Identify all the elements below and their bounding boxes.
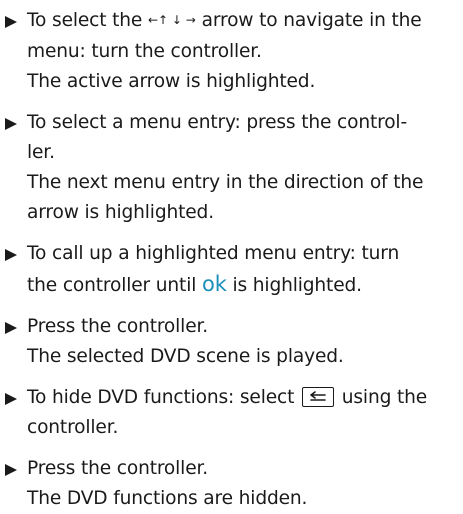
step-2-line-2: ler. [27,142,55,163]
step-1-line-2: menu: turn the controller. [27,41,262,62]
step-4-result: The selected DVD scene is played. [27,346,344,367]
navigation-arrows-icon: ←↑ ↓ → [147,13,196,27]
step-3-line-1: To call up a highlighted menu entry: tur… [27,243,400,264]
ok-label: ok [202,272,227,296]
triangle-bullet-icon [5,249,17,261]
step-3: To call up a highlighted menu entry: tur… [5,239,459,301]
triangle-bullet-icon [5,16,17,28]
step-5-line-1: To hide DVD functions: select using the [27,387,428,408]
step-4: Press the controller. The selected DVD s… [5,312,459,372]
step-1-line-1: To select the ←↑ ↓ → arrow to navigate i… [27,10,422,31]
step-2: To select a menu entry: press the contro… [5,108,459,228]
step-6: Press the controller. The DVD functions … [5,454,459,514]
step-5: To hide DVD functions: select using the … [5,383,459,443]
step-2-result-line-1: The next menu entry in the direction of … [27,172,424,193]
step-2-result-line-2: arrow is highlighted. [27,202,214,223]
triangle-bullet-icon [5,118,17,130]
step-1-result: The active arrow is highlighted. [27,71,316,92]
triangle-bullet-icon [5,322,17,334]
step-6-result: The DVD functions are hidden. [27,488,308,509]
step-6-line-1: Press the controller. [27,458,209,479]
step-4-line-1: Press the controller. [27,316,209,337]
back-icon [302,387,334,407]
triangle-bullet-icon [5,464,17,476]
step-2-line-1: To select a menu entry: press the contro… [27,112,408,133]
step-5-line-2: controller. [27,417,119,438]
step-3-line-2: the controller until ok is highlighted. [27,272,362,296]
triangle-bullet-icon [5,393,17,405]
step-1: To select the ←↑ ↓ → arrow to navigate i… [5,6,459,97]
instruction-page: To select the ←↑ ↓ → arrow to navigate i… [0,0,463,509]
